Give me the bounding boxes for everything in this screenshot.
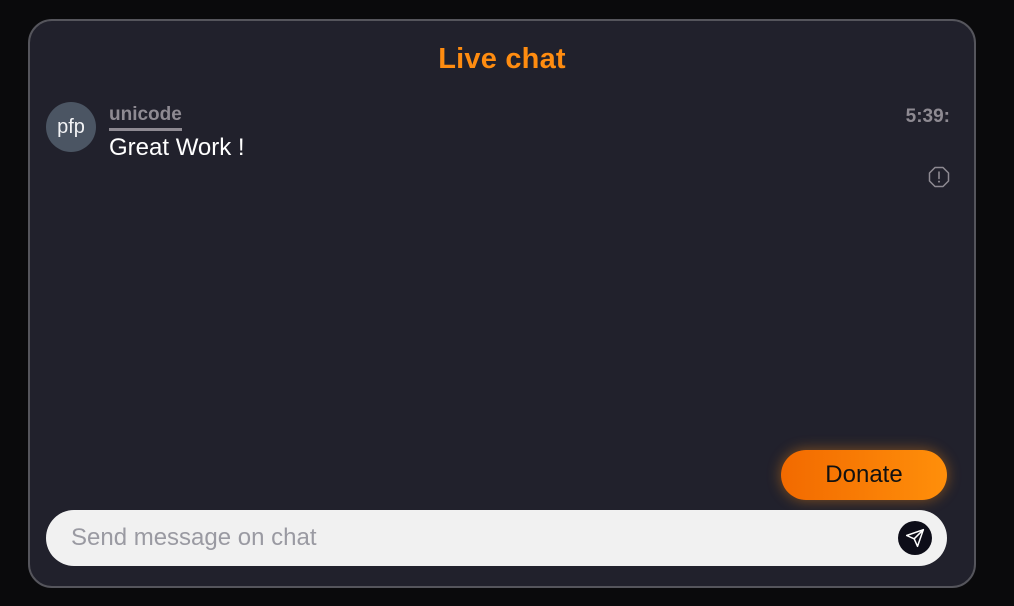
message-text: Great Work ! (109, 134, 245, 161)
chat-title: Live chat (438, 43, 566, 75)
donate-button[interactable]: Donate (781, 450, 947, 500)
message-username[interactable]: unicode (109, 104, 182, 131)
report-icon[interactable] (928, 166, 950, 188)
message-timestamp: 5:39: (905, 106, 950, 127)
send-button[interactable] (898, 521, 932, 555)
send-icon (905, 528, 925, 548)
chat-input-bar (46, 510, 947, 566)
avatar: pfp (46, 102, 96, 152)
live-chat-panel: Live chat pfp unicode Great Work ! 5:39:… (28, 19, 976, 588)
chat-message-input[interactable] (71, 510, 871, 566)
